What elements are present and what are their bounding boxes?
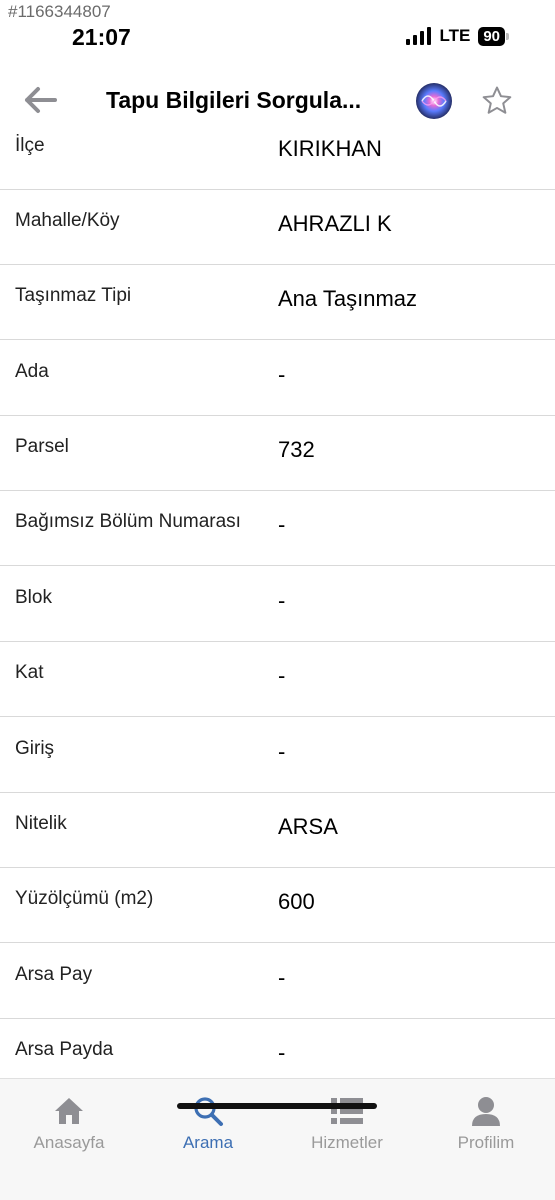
row-value: -	[278, 739, 286, 764]
tab-label: Anasayfa	[33, 1133, 105, 1152]
tab-label: Hizmetler	[311, 1133, 383, 1152]
list-icon	[331, 1095, 363, 1127]
battery-level: 90	[478, 26, 505, 46]
back-button[interactable]	[20, 82, 60, 118]
watermark-id: #1166344807	[8, 2, 111, 21]
tab-label: Arama	[182, 1133, 234, 1152]
list-item: Arsa Pay -	[0, 944, 555, 1019]
network-type: LTE	[439, 26, 471, 45]
profile-icon	[470, 1095, 502, 1127]
page-title: Tapu Bilgileri Sorgula...	[106, 87, 362, 113]
search-icon	[192, 1095, 224, 1127]
row-value: 600	[278, 889, 315, 914]
tab-label: Profilim	[457, 1133, 515, 1152]
tab-services[interactable]: Hizmetler	[278, 1079, 416, 1164]
row-label: Giriş	[15, 738, 55, 759]
row-label: Ada	[15, 361, 49, 382]
property-info-list: İlçe KIRIKHAN Mahalle/Köy AHRAZLI K Taşı…	[0, 132, 555, 1078]
list-item: İlçe KIRIKHAN	[0, 132, 555, 190]
home-icon	[53, 1095, 85, 1127]
row-value: ARSA	[278, 814, 338, 839]
row-label: Mahalle/Köy	[15, 210, 120, 231]
row-value: -	[278, 512, 286, 537]
row-label: Bağımsız Bölüm Numarası	[15, 511, 241, 532]
row-value: -	[278, 588, 286, 613]
list-item: Taşınmaz Tipi Ana Taşınmaz	[0, 265, 555, 340]
list-item: Ada -	[0, 341, 555, 416]
row-label: Arsa Payda	[15, 1039, 114, 1060]
tab-home[interactable]: Anasayfa	[0, 1079, 138, 1164]
navigation-bar: Tapu Bilgileri Sorgula...	[0, 70, 555, 132]
row-value: -	[278, 965, 286, 990]
star-icon	[482, 86, 512, 114]
list-item: Nitelik ARSA	[0, 793, 555, 868]
battery-icon: 90	[478, 26, 509, 46]
list-item: Giriş -	[0, 718, 555, 793]
list-item: Yüzölçümü (m2) 600	[0, 868, 555, 943]
home-indicator[interactable]	[177, 1103, 377, 1109]
arrow-left-icon	[25, 87, 57, 113]
row-value: KIRIKHAN	[278, 136, 382, 161]
list-item: Kat -	[0, 642, 555, 717]
row-value: -	[278, 663, 286, 688]
list-item: Blok -	[0, 567, 555, 642]
list-item: Mahalle/Köy AHRAZLI K	[0, 190, 555, 265]
row-label: İlçe	[15, 135, 45, 156]
tab-search[interactable]: Arama	[139, 1079, 277, 1164]
list-item: Bağımsız Bölüm Numarası -	[0, 491, 555, 566]
row-label: Nitelik	[15, 813, 67, 834]
list-item: Parsel 732	[0, 416, 555, 491]
list-item: Arsa Payda -	[0, 1019, 555, 1078]
row-label: Arsa Pay	[15, 964, 93, 985]
row-value: AHRAZLI K	[278, 211, 392, 236]
row-value: -	[278, 1040, 286, 1065]
row-value: Ana Taşınmaz	[278, 286, 418, 311]
tab-bar: Anasayfa Arama Hizmetler Profilim	[0, 1078, 555, 1200]
tab-profile[interactable]: Profilim	[417, 1079, 555, 1164]
row-label: Kat	[15, 662, 44, 683]
status-indicators: LTE 90	[406, 26, 509, 46]
favorite-button[interactable]	[478, 82, 516, 120]
siri-icon[interactable]	[416, 83, 452, 119]
row-label: Yüzölçümü (m2)	[15, 888, 154, 909]
status-time: 21:07	[72, 24, 131, 50]
row-value: -	[278, 362, 286, 387]
row-value: 732	[278, 437, 315, 462]
row-label: Taşınmaz Tipi	[15, 285, 132, 306]
signal-icon	[406, 27, 432, 45]
row-label: Blok	[15, 587, 52, 608]
row-label: Parsel	[15, 436, 69, 457]
